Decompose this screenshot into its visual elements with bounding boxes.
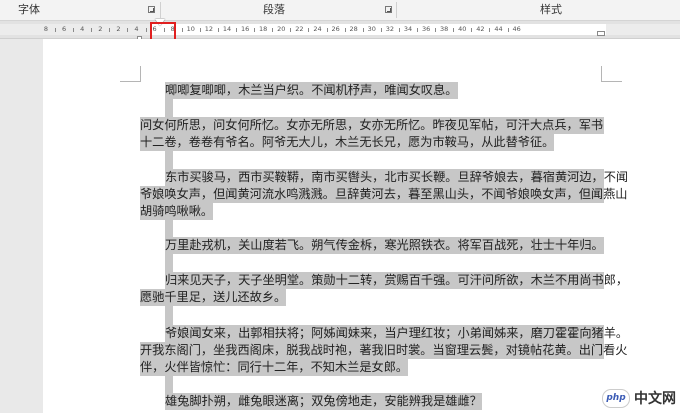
ruler-tick bbox=[181, 28, 183, 32]
ruler-tick bbox=[362, 28, 364, 32]
text-line: 伴，火伴皆惊忙：同行十二年，不知木兰是女郎。 bbox=[140, 359, 409, 376]
ruler-tick bbox=[236, 28, 238, 32]
paragraph-mark bbox=[165, 97, 173, 118]
styles-group-label: 样式 bbox=[540, 3, 562, 16]
ruler-tick bbox=[380, 28, 382, 32]
ruler-number: 6 bbox=[62, 25, 67, 33]
ruler-number: 22 bbox=[295, 25, 304, 33]
paragraph-mark bbox=[165, 218, 173, 237]
ruler-number: 16 bbox=[240, 25, 250, 33]
ruler-tick bbox=[308, 28, 310, 32]
text-line: 十二卷，卷卷有爷名。阿爷无大儿，木兰无长兄，愿为市鞍马，从此替爷征。 bbox=[140, 134, 555, 151]
ribbon-separator bbox=[396, 2, 397, 18]
font-dialog-launcher-icon[interactable] bbox=[148, 6, 155, 13]
text-line: 爷娘闻女来，出郭相扶将；阿姊闻妹来，当户理红妆；小弟闻姊来，磨刀霍霍向猪羊。 bbox=[165, 325, 629, 342]
text-line: 归来见天子，天子坐明堂。策勋十二转，赏赐百千强。可汗问所欲，木兰不用尚书郎， bbox=[165, 272, 629, 289]
ruler-tick bbox=[453, 28, 455, 32]
ruler-number: 26 bbox=[331, 25, 340, 33]
right-indent-marker-icon[interactable] bbox=[597, 31, 605, 36]
ruler-number: 14 bbox=[222, 25, 232, 33]
ruler-number: 30 bbox=[367, 25, 376, 33]
paragraph-mark bbox=[165, 305, 173, 326]
paragraph-mark bbox=[165, 149, 173, 170]
text-line: 愿驰千里足，送儿还故乡。 bbox=[140, 289, 287, 306]
ruler-tick bbox=[398, 28, 400, 32]
ruler-tick bbox=[290, 28, 292, 32]
text-line: 万里赴戎机，关山度若飞。朔气传金柝，寒光照铁衣。将军百战死，壮士十年归。 bbox=[165, 237, 604, 254]
text-line: 东市买骏马，西市买鞍鞯，南市买辔头，北市买长鞭。旦辞爷娘去，暮宿黄河边，不闻 bbox=[165, 169, 629, 186]
ruler-number: 20 bbox=[277, 25, 286, 33]
margin-corner-top-right bbox=[601, 66, 622, 82]
text-line: 胡骑鸣啾啾。 bbox=[140, 203, 214, 220]
ruler-number: 38 bbox=[440, 25, 449, 33]
ruler-tick bbox=[471, 28, 473, 32]
ruler-number: 32 bbox=[385, 25, 395, 33]
text-line: 爷娘唤女声，但闻黄河流水鸣溅溅。旦辞黄河去，暮至黑山头，不闻爷娘唤女声，但闻燕山 bbox=[140, 186, 628, 203]
ruler-tick bbox=[217, 28, 219, 32]
ribbon-separator bbox=[160, 2, 161, 18]
ruler-number: 2 bbox=[116, 25, 121, 33]
ruler-tick bbox=[55, 28, 57, 32]
text-line: 开我东阁门，坐我西阁床，脱我战时袍，著我旧时裳。当窗理云鬓，对镜帖花黄。出门看火 bbox=[140, 342, 628, 359]
ruler-number: 24 bbox=[313, 25, 322, 33]
ruler-tick bbox=[199, 28, 201, 32]
ruler-tick bbox=[109, 28, 111, 32]
ruler-tick bbox=[254, 28, 256, 32]
paragraph-group-label: 段落 bbox=[263, 3, 285, 16]
watermark-text: 中文网 bbox=[634, 391, 676, 407]
ruler-number: 4 bbox=[80, 25, 85, 33]
ruler-number: 44 bbox=[494, 25, 503, 33]
site-watermark: php 中文网 bbox=[602, 387, 676, 409]
ruler-number: 8 bbox=[43, 25, 49, 33]
ruler-tick bbox=[272, 28, 274, 32]
ruler-tick bbox=[417, 28, 419, 32]
ruler-number: 10 bbox=[186, 25, 195, 33]
ruler-number: 34 bbox=[403, 25, 413, 33]
ruler-tick bbox=[145, 28, 147, 32]
font-group-label: 字体 bbox=[18, 3, 40, 16]
ruler-tick bbox=[91, 28, 93, 32]
ruler-number: 2 bbox=[98, 25, 103, 33]
ruler-tick bbox=[326, 28, 328, 32]
ruler-number: 42 bbox=[476, 25, 485, 33]
ruler-number: 40 bbox=[458, 25, 467, 33]
margin-corner-top-left bbox=[120, 66, 141, 82]
ruler-tick bbox=[73, 28, 75, 32]
ruler-number: 28 bbox=[349, 25, 358, 33]
ruler-tick bbox=[489, 28, 491, 32]
text-line: 问女何所思，问女何所忆。女亦无所思，女亦无所忆。昨夜见军帖，可汗大点兵，军书 bbox=[140, 117, 604, 134]
ruler-tick bbox=[344, 28, 346, 32]
horizontal-ruler[interactable]: 8 6 4 2 2 4 6 8 10 12 14 16 18 20 22 24 26 28 30 32 34 36 38 40… bbox=[0, 21, 680, 39]
ruler-tick bbox=[127, 28, 129, 32]
text-line: 唧唧复唧唧，木兰当户织。不闻机杼声，唯闻女叹息。 bbox=[165, 82, 458, 99]
paragraph-mark bbox=[165, 253, 173, 272]
text-line: 雄兔脚扑朔，雌兔眼迷离；双兔傍地走，安能辨我是雄雌？ bbox=[165, 393, 482, 410]
ruler-number: 12 bbox=[204, 25, 214, 33]
ruler-number: 18 bbox=[259, 25, 268, 33]
ruler-number: 4 bbox=[134, 25, 139, 33]
php-logo-icon: php bbox=[602, 388, 630, 408]
paragraph-mark bbox=[165, 374, 173, 394]
ribbon-group-labels: 字体 段落 样式 bbox=[0, 0, 680, 21]
ruler-tick bbox=[435, 28, 437, 32]
paragraph-dialog-launcher-icon[interactable] bbox=[385, 6, 392, 13]
ruler-number: 46 bbox=[512, 25, 521, 33]
ruler-tick bbox=[507, 28, 509, 32]
ruler-number: 36 bbox=[421, 25, 431, 33]
